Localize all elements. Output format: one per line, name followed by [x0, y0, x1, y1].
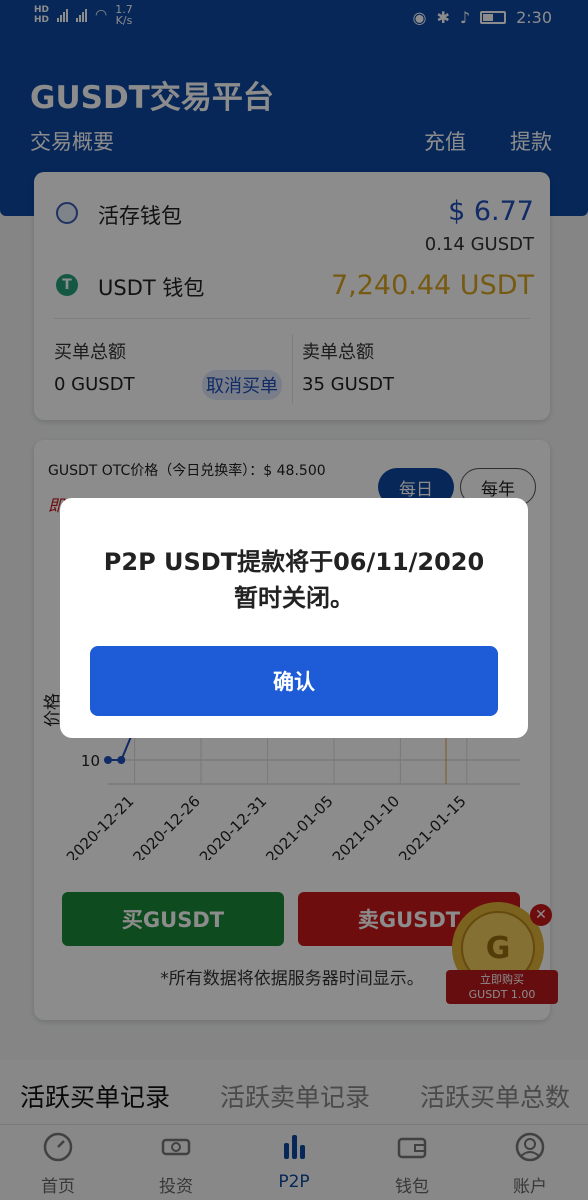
dialog-line-2: 暂时关闭。 — [234, 584, 354, 612]
notice-dialog: P2P USDT提款将于06/11/2020 暂时关闭。 确认 — [60, 498, 528, 738]
dialog-line-1: P2P USDT提款将于06/11/2020 — [103, 548, 485, 576]
dialog-message: P2P USDT提款将于06/11/2020 暂时关闭。 — [60, 544, 528, 616]
confirm-button[interactable]: 确认 — [90, 646, 498, 716]
